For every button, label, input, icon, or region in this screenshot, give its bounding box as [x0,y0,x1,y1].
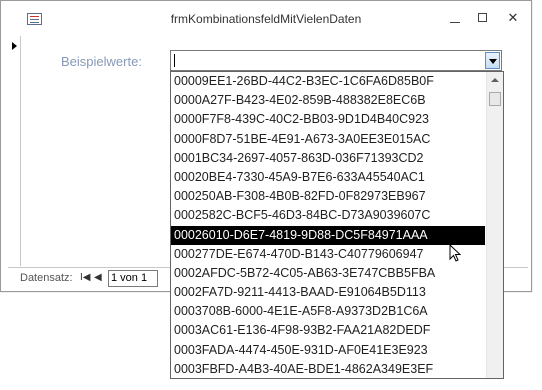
close-button[interactable]: ✕ [499,7,527,29]
combo-box[interactable] [170,50,502,71]
maximize-button[interactable] [469,7,497,29]
dropdown-item[interactable]: 0003FADA-4474-450E-931D-AF0E41E3E923 [171,341,485,360]
dropdown-item[interactable]: 0000F8D7-51BE-4E91-A673-3A0EE3E015AC [171,130,485,149]
chevron-down-icon [489,59,497,64]
dropdown-item[interactable]: 0001BC34-2697-4057-863D-036F71393CD2 [171,149,485,168]
previous-record-icon[interactable]: ◀ [94,272,102,283]
dropdown-item[interactable]: 000277DE-E674-470D-B143-C40779606947 [171,245,485,264]
dropdown-item[interactable]: 0002AFDC-5B72-4C05-AB63-3E747CBB5FBA [171,264,485,283]
mouse-cursor-icon [449,244,462,262]
title-bar[interactable]: frmKombinationsfeldMitVielenDaten ✕ [1,1,531,35]
dropdown-item[interactable]: 00026010-D6E7-4819-9D88-DC5F84971AAA [171,225,485,245]
dropdown-scrollbar[interactable] [486,72,503,378]
dropdown-item[interactable]: 0000F7F8-439C-40C2-BB03-9D1D4B40C923 [171,110,485,129]
scroll-thumb[interactable] [489,92,501,106]
dropdown-item[interactable]: 0002582C-BCF5-46D3-84BC-D73A9039607C [171,206,485,225]
dropdown-item[interactable]: 0002FA7D-9211-4413-BAAD-E91064B5D113 [171,283,485,302]
combo-dropdown-button[interactable] [485,52,500,69]
dropdown-item[interactable]: 0003FBFD-A4B3-40AE-BDE1-4862A349E3EF [171,360,485,378]
first-record-icon[interactable]: I◀ [80,272,90,283]
dropdown-items: 00009EE1-26BD-44C2-B3EC-1C6FA6D85B0F 0000… [171,72,485,378]
dropdown-item[interactable]: 00009EE1-26BD-44C2-B3EC-1C6FA6D85B0F [171,72,485,91]
dropdown-item[interactable]: 000250AB-F308-4B0B-82FD-0F82973EB967 [171,187,485,206]
close-icon: ✕ [507,10,519,25]
minimize-button[interactable] [441,7,469,29]
current-record-icon [12,42,17,50]
combo-label: Beispielwerte: [61,54,142,69]
dropdown-item[interactable]: 0000A27F-B423-4E02-859B-488382E8EC6B [171,91,485,110]
record-position-field[interactable]: 1 von 1 [108,270,158,287]
dropdown-item[interactable]: 00020BE4-7330-45A9-B7E6-633A45540AC1 [171,168,485,187]
maximize-icon [478,13,487,22]
scroll-up-icon[interactable] [491,78,499,82]
record-nav-label: Datensatz: [20,272,73,284]
minimize-icon [450,22,460,23]
dropdown-item[interactable]: 0003AC61-E136-4F98-93B2-FAA21A82DEDF [171,321,485,340]
text-caret [174,54,175,67]
record-selector[interactable] [9,36,21,266]
combo-dropdown-list[interactable]: 00009EE1-26BD-44C2-B3EC-1C6FA6D85B0F 0000… [170,71,504,379]
dropdown-item[interactable]: 0003708B-6000-4E1E-A5F8-A9373D2B1C6A [171,302,485,321]
